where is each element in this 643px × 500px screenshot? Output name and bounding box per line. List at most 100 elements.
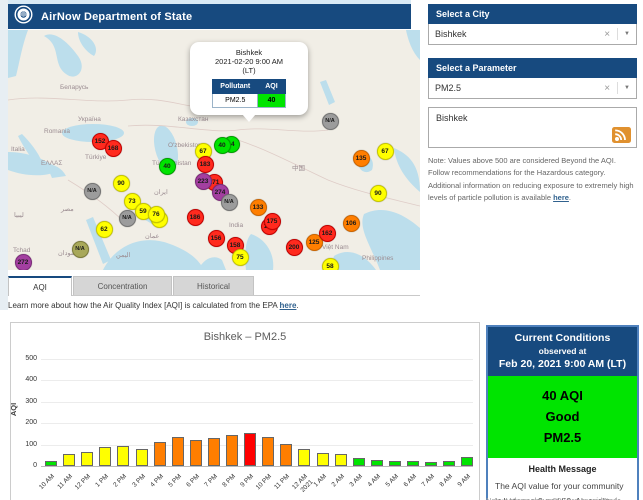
- aqi-marker[interactable]: 162: [319, 225, 336, 242]
- chart-x-axis: [41, 466, 473, 467]
- city-select-value: Bishkek: [435, 29, 604, 39]
- city-feed-box: Bishkek: [428, 107, 637, 148]
- city-clear-icon[interactable]: ×: [604, 29, 610, 40]
- epa-link[interactable]: here: [280, 301, 297, 310]
- chart-bar: [389, 461, 401, 466]
- tab-historical[interactable]: Historical: [173, 276, 254, 295]
- aqi-marker[interactable]: 90: [370, 185, 387, 202]
- chart-gridline: [41, 359, 473, 360]
- chart-bar: [117, 446, 129, 466]
- city-panel-title: Select a City: [428, 4, 637, 24]
- conditions-subtitle: observed at: [492, 346, 633, 356]
- aqi-marker[interactable]: 76: [148, 206, 165, 223]
- health-message-title: Health Message: [495, 464, 630, 474]
- map-label: Tchad: [13, 247, 30, 254]
- map-label: ایران: [154, 188, 168, 196]
- note-after: .: [569, 193, 571, 202]
- aqi-marker[interactable]: 40: [159, 158, 176, 175]
- tab-bar: AQIConcentrationHistorical: [8, 276, 420, 296]
- aqi-marker[interactable]: N/A: [119, 210, 136, 227]
- aqi-marker[interactable]: N/A: [84, 183, 101, 200]
- chart-bar: [443, 461, 455, 466]
- popup-aqi-value: 40: [258, 94, 285, 108]
- popup-timezone: (LT): [194, 66, 304, 75]
- chart-gridline: [41, 423, 473, 424]
- chart-bar: [371, 460, 383, 466]
- chart-bar: [208, 438, 220, 466]
- chart-y-tick: 0: [15, 462, 37, 469]
- aqi-marker[interactable]: 223: [195, 173, 212, 190]
- chart-bar: [226, 435, 238, 466]
- aqi-marker[interactable]: N/A: [322, 113, 339, 130]
- aqi-marker[interactable]: 186: [187, 209, 204, 226]
- chart-bar: [81, 452, 93, 466]
- parameter-select[interactable]: PM2.5 × ▼: [428, 78, 637, 99]
- parameter-clear-icon[interactable]: ×: [604, 83, 610, 94]
- conditions-pollutant: PM2.5: [492, 428, 633, 449]
- aqi-marker[interactable]: 133: [250, 199, 267, 216]
- aqi-marker[interactable]: 200: [286, 239, 303, 256]
- aqi-marker[interactable]: 67: [377, 143, 394, 160]
- city-caret-down-icon[interactable]: ▼: [624, 31, 630, 37]
- aqi-marker[interactable]: 156: [208, 230, 225, 247]
- chart-bar: [425, 462, 437, 466]
- map[interactable]: Bishkek 2021-02-20 9:00 AM (LT) Pollutan…: [8, 30, 420, 270]
- map-label: Việt Nam: [322, 244, 349, 251]
- aqi-marker[interactable]: N/A: [221, 194, 238, 211]
- learn-more-after: .: [296, 301, 298, 310]
- tab-concentration[interactable]: Concentration: [73, 276, 172, 295]
- chart-bar: [172, 437, 184, 466]
- conditions-aqi-block: 40 AQI Good PM2.5: [488, 376, 637, 458]
- dos-seal-logo: [14, 5, 33, 29]
- learn-more-before: Learn more about how the Air Quality Ind…: [8, 301, 280, 310]
- parameter-panel: Select a Parameter PM2.5 × ▼: [428, 58, 637, 99]
- chart-bar: [317, 453, 329, 466]
- parameter-caret-down-icon[interactable]: ▼: [624, 85, 630, 91]
- feed-city-label: Bishkek: [436, 113, 468, 123]
- chart-bar: [190, 440, 202, 466]
- aqi-marker[interactable]: 135: [353, 150, 370, 167]
- map-label: Philippines: [362, 255, 393, 262]
- chart-plot: 010020030040050010 AM11 AM12 PM1 PM2 PM3…: [11, 323, 479, 500]
- map-label: Italia: [11, 146, 25, 153]
- aqi-marker[interactable]: 62: [96, 221, 113, 238]
- chart-bar: [407, 461, 419, 466]
- aqi-marker[interactable]: 106: [343, 215, 360, 232]
- parameter-select-value: PM2.5: [435, 83, 604, 93]
- chart-y-tick: 500: [15, 355, 37, 362]
- chart-bar: [298, 449, 310, 466]
- tab-aqi[interactable]: AQI: [8, 276, 72, 296]
- aqi-marker[interactable]: 183: [197, 156, 214, 173]
- aqi-marker[interactable]: 75: [232, 249, 249, 266]
- aqi-marker[interactable]: 40: [214, 137, 231, 154]
- aqi-marker[interactable]: 168: [105, 140, 122, 157]
- aqi-marker[interactable]: N/A: [72, 241, 89, 258]
- chart-bar: [63, 454, 75, 466]
- map-label: Казахстан: [178, 116, 208, 123]
- map-label: ΕΛΛΑΣ: [41, 160, 62, 167]
- map-label: 中国: [292, 162, 305, 172]
- popup-datetime: 2021-02-20 9:00 AM: [194, 57, 304, 66]
- chart-gridline: [41, 380, 473, 381]
- chart-panel: Bishkek – PM2.5 AQI 010020030040050010 A…: [10, 322, 480, 500]
- city-select[interactable]: Bishkek × ▼: [428, 24, 637, 45]
- note-here-link[interactable]: here: [553, 193, 569, 202]
- aqi-marker[interactable]: 58: [322, 258, 339, 271]
- rss-icon[interactable]: [612, 127, 631, 143]
- sidebar-note: Note: Values above 500 are considered Be…: [428, 155, 639, 205]
- chart-gridline: [41, 402, 473, 403]
- note-before: Note: Values above 500 are considered Be…: [428, 156, 634, 202]
- aqi-marker[interactable]: 175: [264, 213, 281, 230]
- map-label: اليمن: [116, 251, 130, 259]
- conditions-title: Current Conditions: [492, 332, 633, 344]
- chart-y-tick: 400: [15, 376, 37, 383]
- current-conditions-header: Current Conditions observed at Feb 20, 2…: [488, 327, 637, 376]
- app-title: AirNow Department of State: [41, 11, 192, 23]
- chart-bar: [280, 444, 292, 466]
- chart-bar: [154, 442, 166, 466]
- popup-table: Pollutant AQI PM2.5 40: [212, 79, 285, 108]
- chart-bar: [45, 461, 57, 466]
- aqi-marker[interactable]: 272: [15, 254, 32, 271]
- aqi-marker[interactable]: 90: [113, 175, 130, 192]
- chart-bar: [262, 437, 274, 466]
